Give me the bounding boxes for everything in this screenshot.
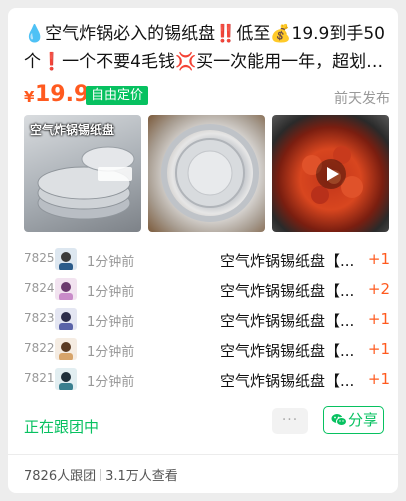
price-currency: ¥	[24, 88, 35, 106]
image-foil-pan-closeup[interactable]	[148, 115, 265, 232]
order-id: 7821	[24, 371, 55, 385]
order-time: 1分钟前	[87, 285, 135, 300]
order-id: 7822	[24, 341, 55, 355]
stat-separator	[100, 469, 102, 481]
avatar	[55, 368, 77, 390]
price-badge: 自由定价	[86, 86, 149, 105]
share-label: 分享	[348, 411, 379, 429]
price-row: ¥ 19.9 自由定价 前天发布	[24, 82, 390, 112]
order-row[interactable]: 7825 1分钟前 空气炸锅锡纸盘【... +1	[24, 244, 390, 274]
foil-pan-illustration	[161, 124, 259, 222]
wechat-icon	[331, 414, 347, 426]
order-quantity: +1	[367, 340, 390, 358]
order-quantity: +1	[367, 370, 390, 388]
views-count: 3.1万人查看	[105, 469, 178, 484]
avatar	[55, 308, 77, 330]
divider	[8, 454, 398, 455]
order-id: 7825	[24, 251, 55, 265]
group-status: 正在跟团中	[24, 418, 100, 436]
order-quantity: +1	[367, 250, 390, 268]
group-buy-card[interactable]: 💧空气炸锅必入的锡纸盘‼️低至💰19.9到手50个❗️一个不要4毛钱💢买一次能用…	[8, 8, 398, 493]
image-foil-pans-stack[interactable]: 空气炸锅锡纸盘	[24, 115, 141, 232]
order-time: 1分钟前	[87, 255, 135, 270]
footer-stats: 7826人跟团 3.1万人查看	[24, 465, 178, 484]
post-title[interactable]: 💧空气炸锅必入的锡纸盘‼️低至💰19.9到手50个❗️一个不要4毛钱💢买一次能用…	[24, 20, 390, 76]
more-button[interactable]: ···	[272, 408, 308, 434]
order-id: 7823	[24, 311, 55, 325]
order-row[interactable]: 7824 1分钟前 空气炸锅锡纸盘【... +2	[24, 274, 390, 304]
share-button[interactable]: 分享	[323, 406, 384, 434]
order-time: 1分钟前	[87, 315, 135, 330]
image-caption: 空气炸锅锡纸盘	[30, 123, 115, 137]
price-value: 19.9	[35, 82, 90, 107]
order-product: 空气炸锅锡纸盘【...	[220, 282, 355, 300]
order-id: 7824	[24, 281, 55, 295]
order-row[interactable]: 7822 1分钟前 空气炸锅锡纸盘【... +1	[24, 334, 390, 364]
order-row[interactable]: 7821 1分钟前 空气炸锅锡纸盘【... +1	[24, 364, 390, 394]
order-product: 空气炸锅锡纸盘【...	[220, 312, 355, 330]
order-quantity: +1	[367, 310, 390, 328]
avatar	[55, 338, 77, 360]
order-quantity: +2	[367, 280, 390, 298]
order-row[interactable]: 7823 1分钟前 空气炸锅锡纸盘【... +1	[24, 304, 390, 334]
participants-count: 7826人跟团	[24, 469, 97, 484]
image-crayfish-video[interactable]	[272, 115, 389, 232]
image-gallery: 空气炸锅锡纸盘	[24, 115, 390, 232]
avatar	[55, 278, 77, 300]
order-product: 空气炸锅锡纸盘【...	[220, 342, 355, 360]
avatar	[55, 248, 77, 270]
order-product: 空气炸锅锡纸盘【...	[220, 372, 355, 390]
posted-time: 前天发布	[334, 91, 390, 107]
order-time: 1分钟前	[87, 375, 135, 390]
order-list: 7825 1分钟前 空气炸锅锡纸盘【... +1 7824 1分钟前 空气炸锅锡…	[24, 244, 390, 394]
order-time: 1分钟前	[87, 345, 135, 360]
play-icon[interactable]	[315, 158, 347, 190]
order-product: 空气炸锅锡纸盘【...	[220, 252, 355, 270]
